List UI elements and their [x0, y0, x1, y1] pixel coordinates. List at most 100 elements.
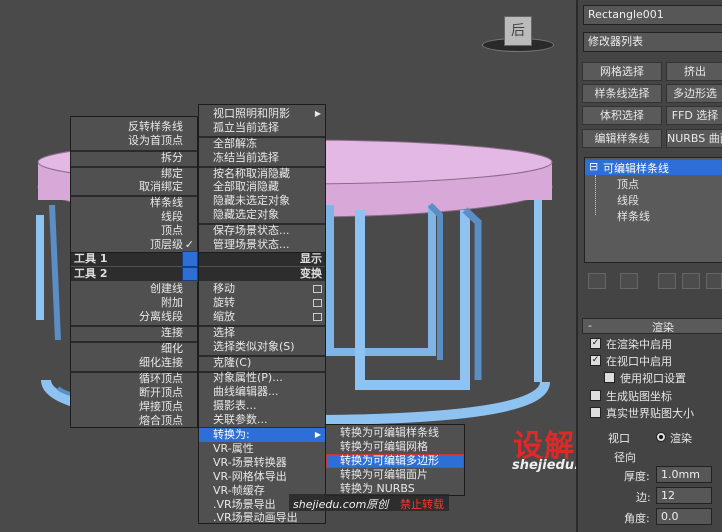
poly-select-button[interactable]: 多边形选: [666, 84, 722, 103]
menu-item[interactable]: 取消绑定: [139, 180, 183, 194]
menu-item[interactable]: 曲线编辑器...: [213, 385, 279, 399]
enable-in-renderer-checkbox[interactable]: ✓: [590, 338, 601, 349]
menu-item[interactable]: 设为首顶点: [128, 134, 183, 148]
convert-to-editable-mesh[interactable]: 转换为可编辑网格: [340, 440, 428, 454]
viewcube[interactable]: 后: [482, 14, 554, 54]
menu-item[interactable]: 管理场景状态...: [213, 238, 290, 252]
menu-item[interactable]: 连接: [161, 326, 183, 340]
menu-item[interactable]: 选择: [213, 326, 235, 340]
volume-select-button[interactable]: 体积选择: [582, 106, 662, 125]
menu-item[interactable]: 隐藏选定对象: [213, 208, 279, 222]
viewport-radio-label[interactable]: 视口: [608, 430, 630, 446]
menu-item[interactable]: 保存场景状态...: [213, 224, 290, 238]
menu-item[interactable]: 全部解冻: [213, 137, 257, 151]
check-mark: ✓: [184, 238, 194, 251]
use-viewport-settings-checkbox[interactable]: [604, 372, 615, 383]
menu-item[interactable]: 按名称取消隐藏: [213, 167, 290, 181]
generate-mapping-coords-label: 生成贴图坐标: [606, 390, 672, 403]
menu-item[interactable]: 循环顶点: [139, 372, 183, 386]
menu-item[interactable]: 样条线: [150, 196, 183, 210]
menu-item[interactable]: 摄影表...: [213, 399, 257, 413]
convert-to-editable-spline[interactable]: 转换为可编辑样条线: [340, 426, 439, 440]
extrude-button[interactable]: 挤出: [666, 62, 722, 81]
rotate-icon: [313, 299, 322, 307]
menu-item[interactable]: 孤立当前选择: [213, 121, 279, 135]
convert-to-label: 转换为:: [213, 428, 250, 441]
stack-sub-segment[interactable]: 线段: [617, 192, 639, 208]
angle-spinner[interactable]: 0.0: [656, 508, 712, 525]
viewcube-face[interactable]: 后: [504, 16, 532, 46]
menu-item[interactable]: 线段: [161, 210, 183, 224]
menu-item[interactable]: VR-帧缓存: [213, 484, 265, 498]
ffd-select-button[interactable]: FFD 选择: [666, 106, 722, 125]
thickness-spinner[interactable]: 1.0mm: [656, 466, 712, 483]
menu-item[interactable]: 缩放: [213, 310, 235, 324]
use-viewport-settings-label: 使用视口设置: [620, 372, 686, 385]
tools1-label: 工具 1: [74, 252, 108, 265]
mesh-select-button[interactable]: 网格选择: [582, 62, 662, 81]
transform-label: 变换: [300, 267, 322, 280]
menu-item[interactable]: 断开顶点: [139, 386, 183, 400]
nurbs-surface-button[interactable]: NURBS 曲面: [666, 129, 722, 148]
real-world-map-size-checkbox[interactable]: [590, 407, 601, 418]
menu-item[interactable]: 细化: [161, 342, 183, 356]
scale-icon: [313, 313, 322, 321]
thickness-label: 厚度:: [624, 470, 650, 483]
modifier-list-dropdown[interactable]: 修改器列表: [583, 32, 722, 52]
spline-select-button[interactable]: 样条线选择: [582, 84, 662, 103]
menu-item[interactable]: 附加: [161, 296, 183, 310]
menu-item[interactable]: VR-属性: [213, 442, 254, 456]
move-icon: [313, 285, 322, 293]
menu-item[interactable]: 细化连接: [139, 356, 183, 370]
configure-sets-icon[interactable]: [706, 273, 722, 289]
edit-spline-button[interactable]: 编辑样条线: [582, 129, 662, 148]
menu-item[interactable]: 视口照明和阴影: [213, 107, 290, 121]
menu-item[interactable]: 克隆(C): [213, 356, 251, 370]
menu-item[interactable]: 拆分: [161, 151, 183, 165]
modifier-stack[interactable]: ⊟ 可编辑样条线 顶点 线段 样条线: [584, 157, 722, 263]
menu-item[interactable]: VR-场景转换器: [213, 456, 287, 470]
menu-item[interactable]: 移动: [213, 282, 235, 296]
menu-item[interactable]: 对象属性(P)...: [213, 371, 283, 385]
show-end-result-icon[interactable]: [620, 273, 638, 289]
watermark-source: shejiedu.com原创: [293, 498, 389, 511]
remove-modifier-icon[interactable]: [682, 273, 700, 289]
generate-mapping-coords-checkbox[interactable]: [590, 390, 601, 401]
menu-item[interactable]: .VR场景导出: [213, 498, 276, 512]
submenu-arrow-icon: ▶: [314, 430, 321, 439]
tree-line: [595, 175, 596, 215]
rollout-toggle[interactable]: -: [588, 319, 592, 332]
menu-item[interactable]: 分离线段: [139, 310, 183, 324]
menu-item[interactable]: 隐藏未选定对象: [213, 194, 290, 208]
menu-item[interactable]: .VR场景动画导出: [213, 511, 298, 525]
menu-item[interactable]: 顶点: [161, 224, 183, 238]
convert-to-editable-patch[interactable]: 转换为可编辑面片: [340, 468, 428, 482]
menu-item[interactable]: 顶层级: [150, 238, 183, 252]
enable-in-viewport-checkbox[interactable]: ✓: [590, 355, 601, 366]
stack-root-label: 可编辑样条线: [603, 162, 669, 175]
menu-item[interactable]: 关联参数...: [213, 413, 268, 427]
convert-to-editable-poly-label: 转换为可编辑多边形: [340, 454, 439, 467]
stack-sub-vertex[interactable]: 顶点: [617, 176, 639, 192]
rollout-title: 渲染: [652, 321, 674, 334]
quad-menu-right: 视口照明和阴影 ▶ 孤立当前选择 全部解冻 冻结当前选择 按名称取消隐藏 全部取…: [198, 104, 326, 524]
menu-item[interactable]: VR-网格体导出: [213, 470, 287, 484]
make-unique-icon[interactable]: [658, 273, 676, 289]
enable-in-viewport-label: 在视口中启用: [606, 355, 672, 368]
expand-icon[interactable]: ⊟: [589, 160, 598, 173]
menu-item[interactable]: 旋转: [213, 296, 235, 310]
menu-item[interactable]: 全部取消隐藏: [213, 180, 279, 194]
menu-item[interactable]: 选择类似对象(S): [213, 340, 295, 354]
menu-item[interactable]: 熔合顶点: [139, 414, 183, 428]
tools2-label: 工具 2: [74, 267, 108, 280]
sides-spinner[interactable]: 12: [656, 487, 712, 504]
menu-item[interactable]: 冻结当前选择: [213, 151, 279, 165]
pin-stack-icon[interactable]: [588, 273, 606, 289]
object-name-field[interactable]: Rectangle001: [583, 5, 722, 25]
menu-item[interactable]: 创建线: [150, 282, 183, 296]
stack-sub-spline[interactable]: 样条线: [617, 208, 650, 224]
menu-item[interactable]: 反转样条线: [128, 120, 183, 134]
menu-item[interactable]: 焊接顶点: [139, 400, 183, 414]
render-radio[interactable]: [656, 432, 666, 442]
menu-item[interactable]: 绑定: [161, 167, 183, 181]
